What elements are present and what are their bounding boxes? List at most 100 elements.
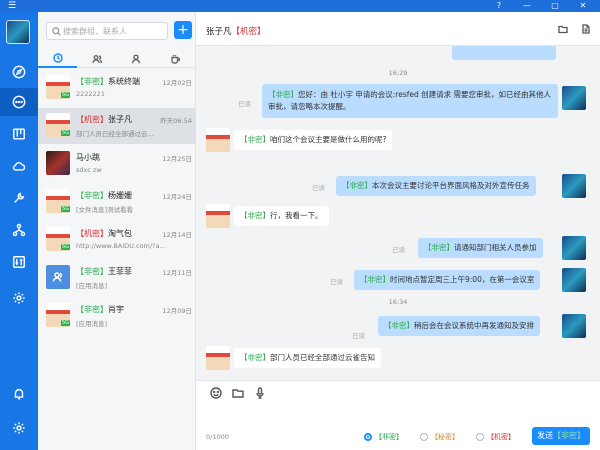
time-divider: 16:34 [388, 298, 408, 306]
group-avatar [46, 265, 70, 289]
message-list: 16:29 已读 【非密】您好：由 杜小宇 申请的会议:resfed 创建请求 … [196, 46, 600, 380]
conversation-item[interactable]: 5G 【非密】肖宇 12月09日 [应用消息] [38, 298, 196, 334]
composer: 0/1000 【非密】 【秘密】 【机密】 发送【非密】 [196, 380, 600, 450]
menu-icon[interactable]: ☰ [8, 1, 16, 11]
folder-icon[interactable] [558, 24, 568, 34]
conversation-item[interactable]: 马小跳 12月25日 sdxc zw [38, 146, 196, 182]
sender-avatar[interactable] [562, 86, 586, 110]
contact-name: 【非密】系统终端 [76, 77, 140, 86]
minimize-button[interactable]: — [516, 0, 538, 12]
security-level-radio[interactable]: 【非密】 [364, 432, 403, 442]
last-message-preview: sdxc zw [76, 166, 102, 174]
conversation-item[interactable]: 5G 【非密】杨姗姗 12月24日 [文件消息]测试看看 [38, 184, 196, 220]
sender-avatar[interactable] [562, 268, 586, 292]
restore-button[interactable]: ▢ [544, 0, 566, 12]
message-bubble-incoming[interactable]: 【非密】咱们这个会议主要是做什么用的呢? [234, 130, 393, 150]
last-message-time: 12月09日 [162, 307, 192, 315]
last-message-time: 12月24日 [162, 193, 192, 201]
read-receipt: 已读 [330, 278, 343, 286]
folder-icon[interactable] [232, 387, 244, 399]
message-bubble-partial [452, 46, 556, 60]
last-message-preview: 2222221 [76, 90, 105, 98]
contact-name: 【机密】张子凡 [76, 115, 132, 124]
chat-window: 张子凡【机密】 16:29 已读 【非密】您好：由 杜小宇 申请的会议:resf… [196, 12, 600, 450]
conversation-item[interactable]: 5G 【非密】系统终端 12月02日 2222221 [38, 70, 196, 106]
sender-avatar[interactable] [562, 174, 586, 198]
chat-icon[interactable] [0, 88, 38, 116]
group-icon [91, 55, 102, 64]
contact-name: 【非密】王菲菲 [76, 267, 132, 276]
chat-title: 张子凡【机密】 [206, 27, 266, 37]
sender-avatar[interactable] [206, 346, 230, 370]
last-message-preview: [应用消息] [76, 282, 108, 290]
tab-apps[interactable] [155, 50, 194, 68]
compass-icon[interactable] [0, 58, 38, 86]
message-bubble-outgoing[interactable]: 【非密】时间地点暂定周三上午9:00，在第一会议室 [354, 270, 541, 290]
last-message-time: 12月02日 [162, 79, 192, 87]
last-message-preview: http://www.BAIDU.com/?a… [76, 242, 166, 250]
last-message-preview: [应用消息] [76, 320, 108, 328]
cup-icon [170, 55, 180, 64]
sender-avatar[interactable] [562, 314, 586, 338]
search-icon [52, 27, 61, 36]
search-box[interactable] [46, 22, 168, 40]
read-receipt: 已读 [352, 332, 365, 340]
microphone-icon[interactable] [254, 387, 266, 399]
file-icon[interactable] [581, 24, 591, 34]
status-badge: 5G [61, 320, 71, 326]
message-bubble-incoming[interactable]: 【非密】行，我看一下。 [234, 206, 329, 226]
tab-contacts[interactable] [116, 50, 155, 68]
last-message-preview: 部门人员已经全部通过云… [76, 130, 154, 138]
preferences-gear-icon[interactable] [0, 414, 38, 442]
read-receipt: 已读 [238, 100, 251, 108]
title-bar: ☰ ? — ▢ ✕ [0, 0, 600, 12]
sender-avatar[interactable] [206, 128, 230, 152]
chat-header: 张子凡【机密】 [196, 12, 600, 46]
session-panel: + 5G 【非密】系统终端 12月02日 2222221 5G 【机密】张子凡 … [38, 12, 196, 450]
send-button[interactable]: 发送【非密】 [532, 427, 590, 445]
message-bubble-outgoing[interactable]: 【非密】请通知部门相关人员参加 [418, 238, 543, 258]
last-message-time: 12月14日 [162, 231, 192, 239]
last-message-time: 昨天06:54 [160, 117, 192, 125]
cloud-icon[interactable] [0, 152, 38, 180]
tab-groups[interactable] [77, 50, 116, 68]
status-badge: 5G [61, 92, 71, 98]
emoji-icon[interactable] [210, 387, 222, 399]
sender-avatar[interactable] [562, 236, 586, 260]
close-button[interactable]: ✕ [572, 0, 594, 12]
conversation-item-selected[interactable]: 5G 【机密】张子凡 昨天06:54 部门人员已经全部通过云… [38, 108, 196, 144]
contact-name: 马小跳 [76, 153, 100, 162]
settings-gear-icon[interactable] [0, 284, 38, 312]
session-tabs [38, 50, 196, 68]
security-level-radio[interactable]: 【秘密】 [420, 432, 459, 442]
user-avatar[interactable] [6, 20, 30, 44]
sender-avatar[interactable] [206, 204, 230, 228]
add-button[interactable]: + [174, 21, 192, 39]
contact-name: 【非密】杨姗姗 [76, 191, 132, 200]
org-tree-icon[interactable] [0, 216, 38, 244]
message-bubble-outgoing[interactable]: 【非密】本次会议主要讨论平台界面风格及对外宣传任务 [336, 176, 536, 196]
status-badge: 5G [61, 206, 71, 212]
wrench-icon[interactable] [0, 184, 38, 212]
person-icon [131, 54, 140, 64]
time-divider: 16:29 [388, 69, 408, 77]
message-bubble-outgoing[interactable]: 【非密】您好：由 杜小宇 申请的会议:resfed 创建请求 需要您审批，如已经… [262, 84, 558, 118]
contact-name: 【机密】淘气包 [76, 229, 132, 238]
group-icon [52, 272, 63, 282]
message-bubble-incoming[interactable]: 【非密】部门人员已经全部通过云雀告知 [234, 348, 381, 368]
sliders-icon[interactable] [0, 248, 38, 276]
status-badge: 5G [61, 130, 71, 136]
char-counter: 0/1000 [206, 433, 229, 441]
tab-recent[interactable] [38, 50, 77, 68]
bell-icon[interactable] [0, 380, 38, 408]
conversation-item[interactable]: 【非密】王菲菲 12月11日 [应用消息] [38, 260, 196, 296]
security-level-radio[interactable]: 【机密】 [476, 432, 515, 442]
clock-icon [52, 53, 63, 63]
search-input[interactable] [63, 25, 163, 37]
board-icon[interactable] [0, 120, 38, 148]
help-button[interactable]: ? [488, 0, 510, 12]
conversation-item[interactable]: 5G 【机密】淘气包 12月14日 http://www.BAIDU.com/?… [38, 222, 196, 258]
last-message-time: 12月11日 [162, 269, 192, 277]
message-bubble-outgoing[interactable]: 【非密】稍后会在会议系统中再发通知及安排 [378, 316, 540, 336]
contact-name: 【非密】肖宇 [76, 305, 124, 314]
